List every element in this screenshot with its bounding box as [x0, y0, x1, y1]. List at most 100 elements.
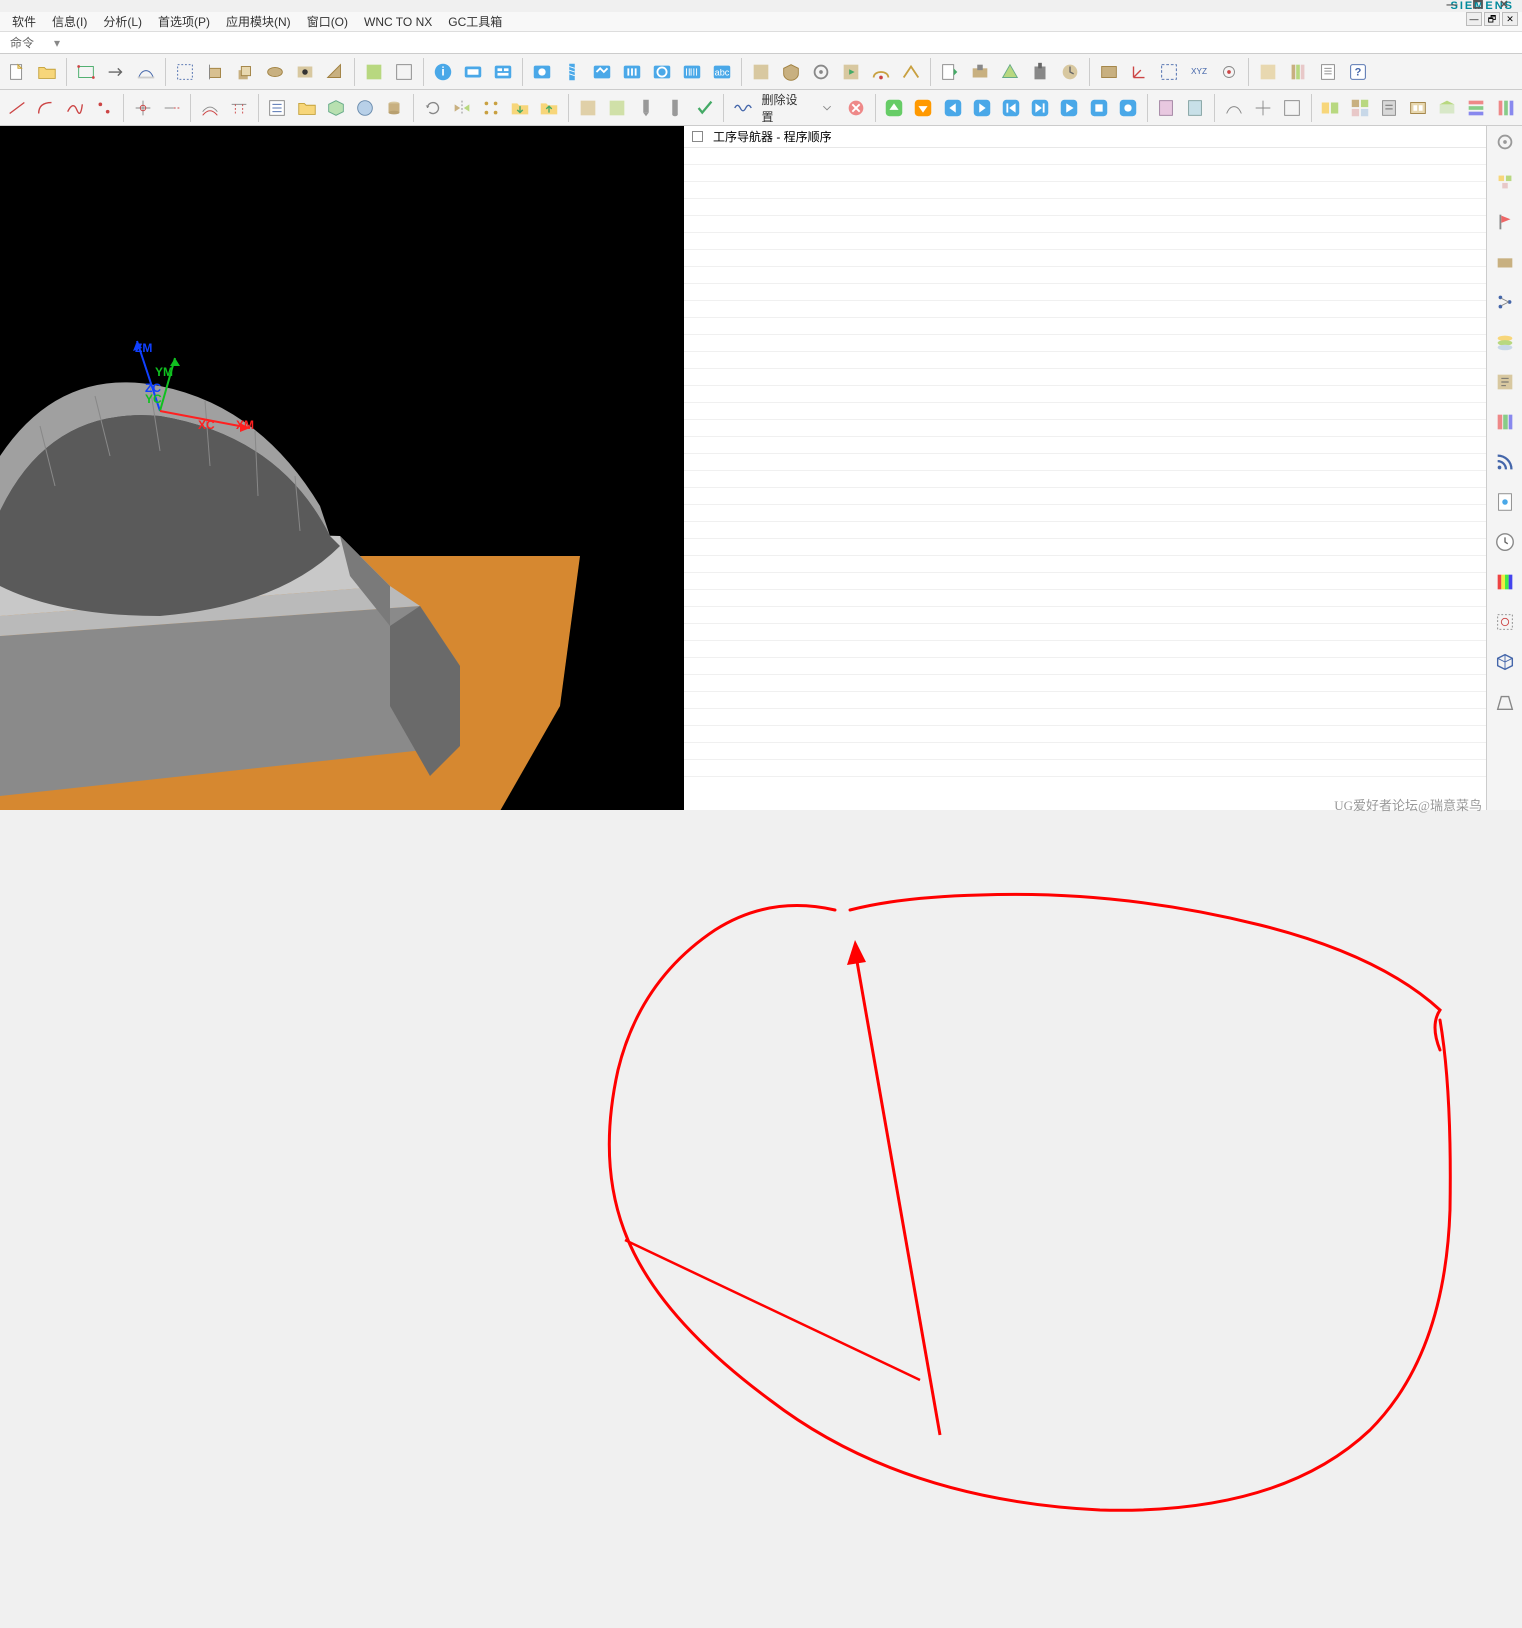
panel-history-icon[interactable] — [1491, 368, 1519, 396]
tool-wcs-icon[interactable] — [1125, 58, 1153, 86]
list-item[interactable] — [684, 488, 1486, 505]
list-item[interactable] — [684, 386, 1486, 403]
list-item[interactable] — [684, 590, 1486, 607]
doc-close[interactable]: ✕ — [1502, 12, 1518, 26]
nav-record-icon[interactable] — [1114, 94, 1141, 122]
tool-layer-icon[interactable] — [489, 58, 517, 86]
tool-xyz-icon[interactable]: XYZ — [1185, 58, 1213, 86]
list-item[interactable] — [684, 165, 1486, 182]
doc-restore[interactable]: 🗗 — [1484, 12, 1500, 26]
list-item[interactable] — [684, 471, 1486, 488]
panel-flag-icon[interactable] — [1491, 208, 1519, 236]
list-item[interactable] — [684, 301, 1486, 318]
list-item[interactable] — [684, 454, 1486, 471]
list-item[interactable] — [684, 743, 1486, 760]
list-item[interactable] — [684, 675, 1486, 692]
list-item[interactable] — [684, 250, 1486, 267]
tool-library-icon[interactable] — [1284, 58, 1312, 86]
tool-origin-icon[interactable] — [1215, 58, 1243, 86]
tool-open-icon[interactable] — [33, 58, 61, 86]
op-list-icon[interactable] — [264, 94, 291, 122]
group5-icon[interactable] — [1434, 94, 1461, 122]
command-input[interactable] — [70, 34, 1522, 52]
list-item[interactable] — [684, 369, 1486, 386]
op-cylinder-icon[interactable] — [381, 94, 408, 122]
curve-offset-icon[interactable] — [196, 94, 223, 122]
panel-model-icon[interactable] — [1491, 248, 1519, 276]
list-item[interactable] — [684, 760, 1486, 777]
op-shade2-icon[interactable] — [603, 94, 630, 122]
list-item[interactable] — [684, 658, 1486, 675]
tool-help-icon[interactable]: ? — [1344, 58, 1372, 86]
viewport-3d[interactable]: ZM YM ZC YC XC XM — [0, 126, 684, 810]
tool-post-icon[interactable] — [747, 58, 775, 86]
group3-icon[interactable] — [1375, 94, 1402, 122]
tool-toolpath-icon[interactable] — [867, 58, 895, 86]
tool-settings-icon[interactable] — [807, 58, 835, 86]
tool-thread-icon[interactable] — [558, 58, 586, 86]
tool-stock-icon[interactable] — [1095, 58, 1123, 86]
group7-icon[interactable] — [1492, 94, 1519, 122]
navigator-body[interactable] — [684, 148, 1486, 810]
curve-arc-icon[interactable] — [32, 94, 59, 122]
list-item[interactable] — [684, 539, 1486, 556]
list-item[interactable] — [684, 726, 1486, 743]
tool-rectangle-icon[interactable] — [72, 58, 100, 86]
op-clear-icon[interactable] — [842, 94, 869, 122]
doc-minimize[interactable]: — — [1466, 12, 1482, 26]
panel-perspective-icon[interactable] — [1491, 688, 1519, 716]
panel-settings-icon[interactable] — [1491, 128, 1519, 156]
book2-icon[interactable] — [1182, 94, 1209, 122]
list-item[interactable] — [684, 199, 1486, 216]
list-item[interactable] — [684, 216, 1486, 233]
nav-up-icon[interactable] — [880, 94, 907, 122]
panel-books-icon[interactable] — [1491, 408, 1519, 436]
op-rotate-icon[interactable] — [419, 94, 446, 122]
tool-hole-icon[interactable] — [291, 58, 319, 86]
command-dropdown-icon[interactable]: ▾ — [44, 36, 70, 50]
nav-prev-icon[interactable] — [939, 94, 966, 122]
tool-info-icon[interactable]: i — [429, 58, 457, 86]
group2-icon[interactable] — [1346, 94, 1373, 122]
panel-tree-icon[interactable] — [1491, 288, 1519, 316]
curve-point-icon[interactable] — [91, 94, 118, 122]
tool-engrave-icon[interactable]: abc — [708, 58, 736, 86]
curve-trim-icon[interactable] — [129, 94, 156, 122]
list-item[interactable] — [684, 182, 1486, 199]
op-pattern-icon[interactable] — [477, 94, 504, 122]
tool-new-icon[interactable] — [3, 58, 31, 86]
panel-doc-icon[interactable] — [1491, 488, 1519, 516]
group4-icon[interactable] — [1404, 94, 1431, 122]
tool-finish-icon[interactable] — [618, 58, 646, 86]
curve-extend-icon[interactable] — [158, 94, 185, 122]
panel-layers-icon[interactable] — [1491, 328, 1519, 356]
op-import-icon[interactable] — [507, 94, 534, 122]
tool-contour-icon[interactable] — [648, 58, 676, 86]
tool-mill-icon[interactable] — [528, 58, 556, 86]
tool-report-icon[interactable] — [1314, 58, 1342, 86]
op-export-icon[interactable] — [536, 94, 563, 122]
menu-app-module[interactable]: 应用模块(N) — [218, 11, 299, 32]
tool-ncprogram-icon[interactable] — [936, 58, 964, 86]
nav-play-icon[interactable] — [1056, 94, 1083, 122]
op-check-icon[interactable] — [691, 94, 718, 122]
list-item[interactable] — [684, 335, 1486, 352]
menu-software[interactable]: 软件 — [4, 11, 44, 32]
window-maximize[interactable]: 🗖 — [1468, 0, 1490, 12]
op-folder-icon[interactable] — [293, 94, 320, 122]
curve-spline-icon[interactable] — [61, 94, 88, 122]
menu-window[interactable]: 窗口(O) — [299, 11, 356, 32]
group6-icon[interactable] — [1463, 94, 1490, 122]
tool-geometry-icon[interactable] — [996, 58, 1024, 86]
tool-datum-icon[interactable] — [201, 58, 229, 86]
nav-first-icon[interactable] — [997, 94, 1024, 122]
curve-line-icon[interactable] — [3, 94, 30, 122]
list-item[interactable] — [684, 641, 1486, 658]
tool-feeds-icon[interactable] — [1056, 58, 1084, 86]
tool-arrow-icon[interactable] — [102, 58, 130, 86]
tool-extrude-icon[interactable] — [231, 58, 259, 86]
window-minimize[interactable]: — — [1442, 0, 1464, 12]
op-mirror-icon[interactable] — [448, 94, 475, 122]
nav-stop-icon[interactable] — [1085, 94, 1112, 122]
list-item[interactable] — [684, 624, 1486, 641]
